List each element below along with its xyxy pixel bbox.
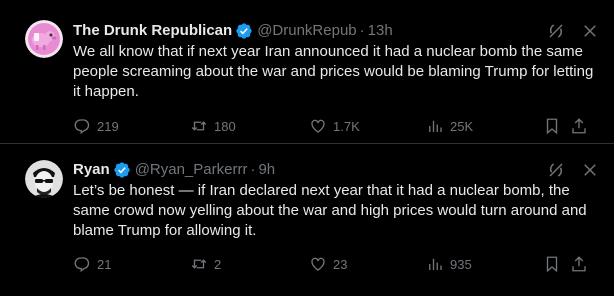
repost-icon (191, 121, 207, 131)
verified-badge-icon (113, 161, 131, 179)
repost-count: 2 (214, 256, 222, 272)
share-icon (572, 118, 586, 134)
avatar[interactable] (25, 160, 63, 198)
like-icon (311, 257, 325, 271)
separator: · (250, 161, 256, 178)
timestamp[interactable]: 13h (368, 21, 393, 41)
bookmark-icon (546, 256, 558, 273)
views-count: 25K (450, 118, 474, 134)
views-count: 935 (450, 256, 472, 272)
like-count: 1.7K (333, 118, 360, 134)
tweet-top-actions (547, 160, 599, 180)
reply-button[interactable]: 21 (73, 254, 111, 274)
share-button[interactable] (570, 254, 594, 274)
tweet-top-actions (547, 21, 599, 41)
tweet-text: Let’s be honest — if Iran declared next … (73, 182, 587, 239)
share-icon (572, 256, 586, 272)
grok-icon[interactable] (547, 22, 565, 40)
like-icon (311, 119, 325, 133)
repost-count: 180 (214, 118, 236, 134)
repost-button[interactable]: 2 (190, 254, 221, 274)
tweet-1[interactable]: The Drunk Republican @DrunkRepub · 13h W… (0, 0, 614, 143)
bookmark-icon (546, 118, 558, 135)
views-button[interactable]: 25K (426, 116, 473, 136)
reply-icon (74, 257, 90, 273)
tweet-header: The Drunk Republican @DrunkRepub · 13h (73, 21, 393, 41)
reply-count: 219 (97, 118, 119, 134)
tweet-actions: 21 2 23 935 (73, 254, 598, 274)
tweet-actions: 219 180 1.7K 25K (73, 116, 598, 136)
close-icon[interactable] (581, 161, 599, 179)
like-count: 23 (333, 256, 348, 272)
views-icon (429, 258, 442, 270)
tweet-2[interactable]: Ryan @Ryan_Parkerrr · 9h Let’s be honest… (0, 144, 614, 296)
close-icon[interactable] (581, 22, 599, 40)
handle[interactable]: @DrunkRepub (257, 21, 356, 41)
bookmark-button[interactable] (543, 116, 567, 136)
display-name[interactable]: Ryan (73, 160, 110, 180)
tweet-text: We all know that if next year Iran annou… (73, 43, 594, 100)
repost-icon (191, 259, 207, 269)
reply-count: 21 (97, 256, 112, 272)
grok-icon[interactable] (547, 161, 565, 179)
verified-badge-icon (235, 22, 253, 40)
reply-icon (74, 119, 90, 135)
reply-button[interactable]: 219 (73, 116, 119, 136)
tweet-header: Ryan @Ryan_Parkerrr · 9h (73, 160, 275, 180)
display-name[interactable]: The Drunk Republican (73, 21, 232, 41)
timestamp[interactable]: 9h (258, 160, 275, 180)
separator: · (359, 22, 365, 39)
share-button[interactable] (570, 116, 594, 136)
bookmark-button[interactable] (543, 254, 567, 274)
views-icon (429, 120, 442, 132)
like-button[interactable]: 23 (309, 254, 347, 274)
views-button[interactable]: 935 (426, 254, 472, 274)
repost-button[interactable]: 180 (190, 116, 236, 136)
handle[interactable]: @Ryan_Parkerrr (135, 160, 248, 180)
like-button[interactable]: 1.7K (309, 116, 360, 136)
avatar[interactable] (25, 20, 63, 58)
